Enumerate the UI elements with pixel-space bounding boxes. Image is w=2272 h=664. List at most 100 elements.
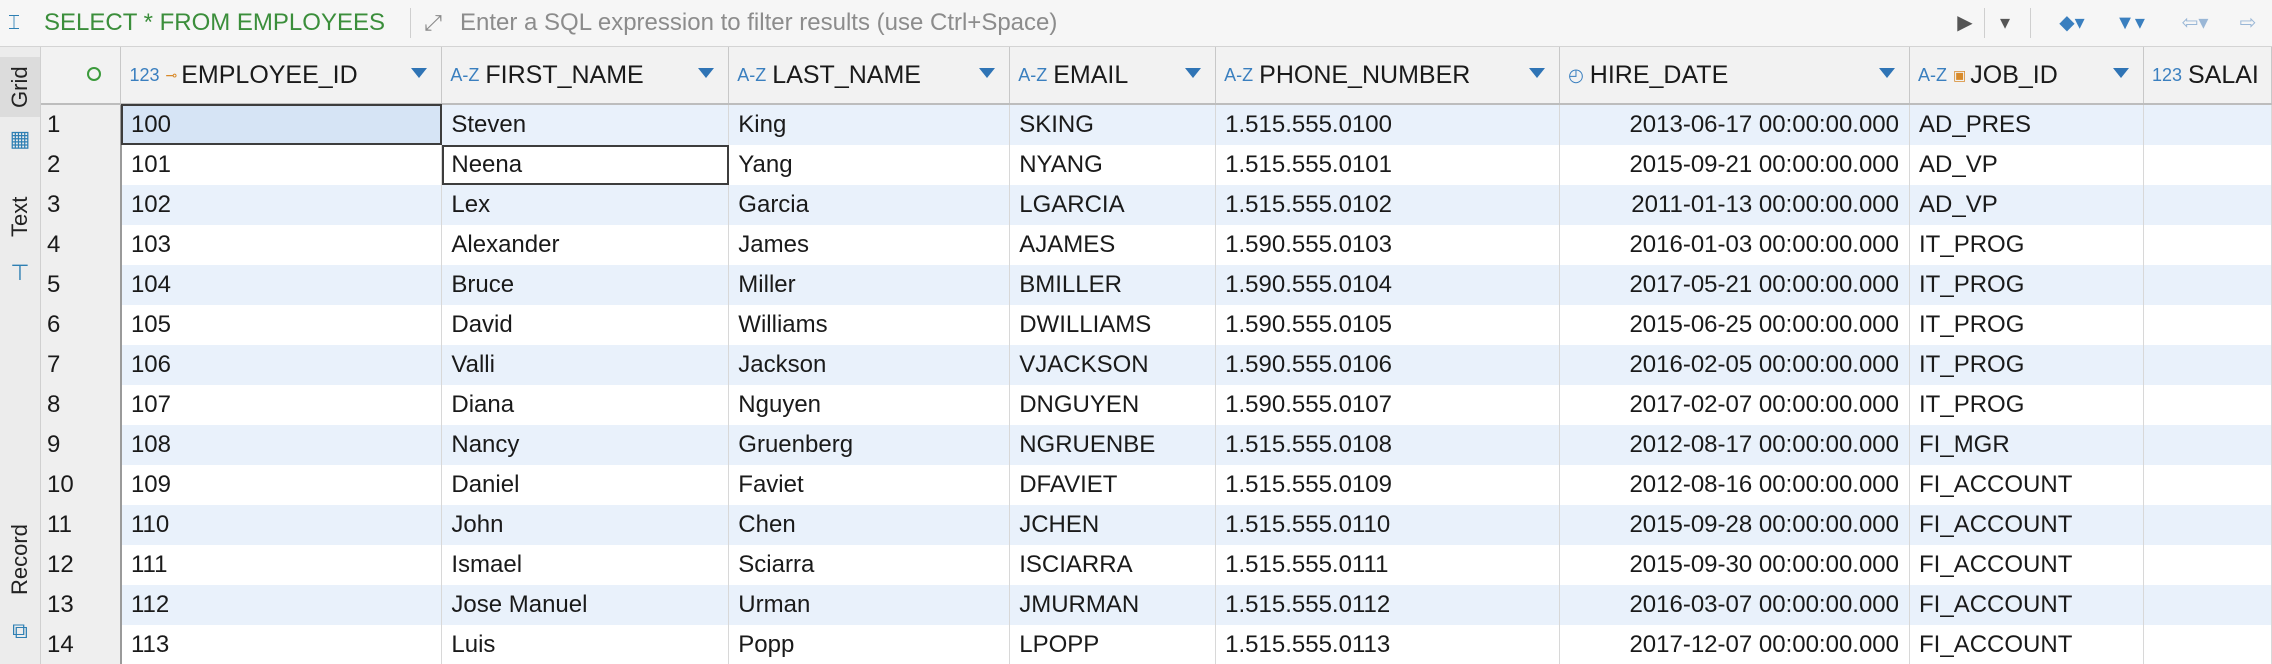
cell-last-name[interactable]: Chen	[728, 505, 1011, 545]
cell-phone-number[interactable]: 1.515.555.0101	[1215, 145, 1561, 185]
table-row[interactable]: 5 104 Bruce Miller BMILLER 1.590.555.0104 2017…	[41, 265, 2272, 305]
row-number[interactable]: 2	[41, 145, 122, 185]
tab-text[interactable]: Text	[0, 177, 40, 257]
cell-email[interactable]: ISCIARRA	[1009, 545, 1217, 585]
cell-hire-date[interactable]: 2016-03-07 00:00:00.000	[1559, 585, 1911, 625]
cell-employee-id[interactable]: 108	[120, 425, 443, 465]
cell-last-name[interactable]: Miller	[728, 265, 1011, 305]
cell-last-name[interactable]: Sciarra	[728, 545, 1011, 585]
select-all-icon[interactable]	[87, 67, 101, 81]
cell-salary[interactable]	[2143, 625, 2272, 664]
cell-hire-date[interactable]: 2017-05-21 00:00:00.000	[1559, 265, 1911, 305]
cell-phone-number[interactable]: 1.515.555.0102	[1215, 185, 1561, 225]
cell-job-id[interactable]: FI_ACCOUNT	[1909, 465, 2144, 505]
row-number[interactable]: 6	[41, 305, 122, 345]
cell-email[interactable]: LGARCIA	[1009, 185, 1217, 225]
cell-phone-number[interactable]: 1.590.555.0106	[1215, 345, 1561, 385]
row-number[interactable]: 1	[41, 104, 122, 145]
cell-salary[interactable]	[2143, 425, 2272, 465]
cell-phone-number[interactable]: 1.515.555.0111	[1215, 545, 1561, 585]
cell-employee-id[interactable]: 111	[120, 545, 443, 585]
results-grid[interactable]: 123 ⊸ EMPLOYEE_ID A-Z FIRST_NAME A-Z LAS…	[41, 47, 2272, 664]
cell-first-name[interactable]: Ismael	[441, 545, 730, 585]
cell-last-name[interactable]: Garcia	[728, 185, 1011, 225]
expand-icon[interactable]: ⤢	[418, 8, 448, 38]
cell-hire-date[interactable]: 2012-08-16 00:00:00.000	[1559, 465, 1911, 505]
cell-last-name[interactable]: James	[728, 225, 1011, 265]
table-row[interactable]: 13 112 Jose Manuel Urman JMURMAN 1.515.555.01…	[41, 585, 2272, 625]
row-number[interactable]: 13	[41, 585, 122, 625]
sql-editor-icon[interactable]: ⌶	[8, 10, 40, 36]
cell-first-name[interactable]: Luis	[441, 625, 730, 664]
cell-first-name[interactable]: Diana	[441, 385, 730, 425]
cell-email[interactable]: NYANG	[1009, 145, 1217, 185]
query-text[interactable]: SELECT * FROM EMPLOYEES	[44, 8, 385, 38]
back-icon[interactable]: ⇦▾	[2170, 8, 2220, 38]
cell-first-name[interactable]: John	[441, 505, 730, 545]
cell-email[interactable]: BMILLER	[1009, 265, 1217, 305]
cell-employee-id[interactable]: 104	[120, 265, 443, 305]
cell-salary[interactable]	[2143, 545, 2272, 585]
cell-employee-id[interactable]: 105	[120, 305, 443, 345]
cell-job-id[interactable]: FI_ACCOUNT	[1909, 585, 2144, 625]
cell-last-name[interactable]: Jackson	[728, 345, 1011, 385]
cell-job-id[interactable]: IT_PROG	[1909, 345, 2144, 385]
cell-email[interactable]: JCHEN	[1009, 505, 1217, 545]
cell-hire-date[interactable]: 2016-01-03 00:00:00.000	[1559, 225, 1911, 265]
table-row[interactable]: 8 107 Diana Nguyen DNGUYEN 1.590.555.0107 2017…	[41, 385, 2272, 425]
sort-icon[interactable]	[1879, 68, 1896, 78]
cell-last-name[interactable]: Williams	[728, 305, 1011, 345]
cell-salary[interactable]	[2143, 265, 2272, 305]
table-row[interactable]: 1 100 Steven King SKING 1.515.555.0100 2013-06…	[41, 104, 2272, 145]
cell-job-id[interactable]: FI_ACCOUNT	[1909, 625, 2144, 664]
cell-hire-date[interactable]: 2015-09-28 00:00:00.000	[1559, 505, 1911, 545]
cell-first-name[interactable]: Nancy	[441, 425, 730, 465]
table-row[interactable]: 6 105 David Williams DWILLIAMS 1.590.555.0105…	[41, 305, 2272, 345]
cell-last-name[interactable]: Popp	[728, 625, 1011, 664]
cell-salary[interactable]	[2143, 185, 2272, 225]
cell-last-name[interactable]: Faviet	[728, 465, 1011, 505]
cell-first-name[interactable]: Neena	[441, 145, 730, 185]
forward-icon[interactable]: ⇨	[2228, 8, 2268, 38]
cell-salary[interactable]	[2143, 104, 2272, 145]
cell-first-name[interactable]: Bruce	[441, 265, 730, 305]
cell-job-id[interactable]: IT_PROG	[1909, 265, 2144, 305]
table-row[interactable]: 7 106 Valli Jackson VJACKSON 1.590.555.0106 20…	[41, 345, 2272, 385]
cell-email[interactable]: JMURMAN	[1009, 585, 1217, 625]
column-header-last-name[interactable]: A-Z LAST_NAME	[728, 47, 1011, 105]
column-header-email[interactable]: A-Z EMAIL	[1009, 47, 1217, 105]
cell-email[interactable]: NGRUENBE	[1009, 425, 1217, 465]
cell-email[interactable]: LPOPP	[1009, 625, 1217, 664]
cell-job-id[interactable]: AD_PRES	[1909, 104, 2144, 145]
cell-phone-number[interactable]: 1.590.555.0107	[1215, 385, 1561, 425]
cell-hire-date[interactable]: 2017-02-07 00:00:00.000	[1559, 385, 1911, 425]
cell-employee-id[interactable]: 112	[120, 585, 443, 625]
cell-hire-date[interactable]: 2016-02-05 00:00:00.000	[1559, 345, 1911, 385]
row-number[interactable]: 10	[41, 465, 122, 505]
cell-employee-id[interactable]: 103	[120, 225, 443, 265]
cell-email[interactable]: AJAMES	[1009, 225, 1217, 265]
tab-record[interactable]: Record	[0, 505, 40, 615]
cell-hire-date[interactable]: 2015-09-21 00:00:00.000	[1559, 145, 1911, 185]
table-row[interactable]: 3 102 Lex Garcia LGARCIA 1.515.555.0102 2011-0…	[41, 185, 2272, 225]
cell-phone-number[interactable]: 1.515.555.0109	[1215, 465, 1561, 505]
cell-salary[interactable]	[2143, 585, 2272, 625]
column-header-job-id[interactable]: A-Z ▣ JOB_ID	[1909, 47, 2144, 105]
row-number[interactable]: 8	[41, 385, 122, 425]
cell-employee-id[interactable]: 109	[120, 465, 443, 505]
table-row[interactable]: 9 108 Nancy Gruenberg NGRUENBE 1.515.555.0108…	[41, 425, 2272, 465]
cell-last-name[interactable]: Gruenberg	[728, 425, 1011, 465]
cell-first-name[interactable]: Jose Manuel	[441, 585, 730, 625]
cell-first-name[interactable]: David	[441, 305, 730, 345]
table-row[interactable]: 10 109 Daniel Faviet DFAVIET 1.515.555.0109 20…	[41, 465, 2272, 505]
cell-phone-number[interactable]: 1.590.555.0104	[1215, 265, 1561, 305]
cell-phone-number[interactable]: 1.515.555.0110	[1215, 505, 1561, 545]
table-row[interactable]: 11 110 John Chen JCHEN 1.515.555.0110 2015-09-…	[41, 505, 2272, 545]
row-number[interactable]: 5	[41, 265, 122, 305]
column-header-phone-number[interactable]: A-Z PHONE_NUMBER	[1215, 47, 1561, 105]
cell-salary[interactable]	[2143, 145, 2272, 185]
cell-email[interactable]: DNGUYEN	[1009, 385, 1217, 425]
cell-phone-number[interactable]: 1.515.555.0108	[1215, 425, 1561, 465]
cell-employee-id[interactable]: 106	[120, 345, 443, 385]
cell-email[interactable]: DFAVIET	[1009, 465, 1217, 505]
